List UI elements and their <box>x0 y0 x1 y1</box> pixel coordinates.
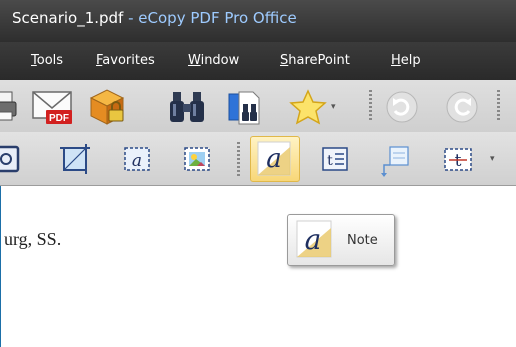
text-field-icon: t <box>322 147 348 171</box>
typewriter-icon: t <box>444 148 472 171</box>
favorites-button[interactable] <box>288 86 328 128</box>
binoculars-find-icon <box>170 92 204 122</box>
redo-icon <box>446 91 478 123</box>
typewriter-button[interactable]: t <box>440 142 476 176</box>
document-area[interactable] <box>0 186 516 347</box>
find-in-document-button[interactable] <box>225 86 269 128</box>
typewriter-dropdown-icon[interactable]: ▾ <box>490 154 495 164</box>
callout-button[interactable] <box>378 142 412 180</box>
toolbar-grip-right[interactable] <box>497 90 500 122</box>
main-toolbar: PDF ▾ <box>0 80 516 133</box>
image-icon <box>184 147 210 171</box>
note-tooltip: a Note <box>287 214 395 266</box>
print-button[interactable] <box>0 88 22 124</box>
star-favorite-icon <box>289 89 327 125</box>
toolbar-grip[interactable] <box>369 90 372 122</box>
menu-bar: Tools Favorites Window SharePoint Help <box>0 42 516 80</box>
tooltip-note-glyph: a <box>305 223 322 256</box>
email-pdf-button[interactable]: PDF <box>30 86 76 128</box>
title-bar: Scenario_1.pdf - eCopy PDF Pro Office <box>0 0 516 42</box>
tooltip-note-icon: a <box>296 220 332 258</box>
title-app-name: eCopy PDF Pro Office <box>138 9 297 27</box>
callout-icon <box>381 146 409 177</box>
typewriter-glyph: t <box>455 151 462 171</box>
document-text: urg, SS. <box>4 229 62 249</box>
text-field-glyph: t <box>327 153 333 169</box>
find-in-document-icon <box>228 91 260 125</box>
crop-button[interactable] <box>58 142 92 176</box>
pdf-badge-label: PDF <box>49 113 69 124</box>
menu-favorites[interactable]: Favorites <box>96 53 155 68</box>
document-left-border <box>0 186 1 347</box>
note-icon: a <box>257 141 291 176</box>
text-box-glyph: a <box>132 151 142 171</box>
annotation-toolbar-grip[interactable] <box>237 142 240 176</box>
menu-tools[interactable]: Tools <box>31 53 63 68</box>
redo-button[interactable] <box>443 88 481 126</box>
secure-package-icon <box>89 89 125 125</box>
text-box-button[interactable]: a <box>120 142 154 176</box>
secure-package-button[interactable] <box>85 86 129 128</box>
menu-help[interactable]: Help <box>391 53 421 68</box>
undo-button[interactable] <box>383 88 421 126</box>
rotate-page-button[interactable] <box>0 144 22 174</box>
window-title: Scenario_1.pdf - eCopy PDF Pro Office <box>12 9 297 27</box>
note-glyph: a <box>266 144 282 174</box>
image-button[interactable] <box>180 142 214 176</box>
title-file-name: Scenario_1.pdf <box>12 9 124 27</box>
tooltip-label: Note <box>347 233 378 248</box>
find-button[interactable] <box>165 86 211 128</box>
note-button[interactable]: a <box>250 136 300 182</box>
favorites-dropdown-icon[interactable]: ▾ <box>331 102 336 112</box>
title-separator: - <box>123 9 139 27</box>
undo-icon <box>386 91 418 123</box>
menu-sharepoint[interactable]: SharePoint <box>280 53 350 68</box>
menu-window[interactable]: Window <box>188 53 239 68</box>
annotation-toolbar: a a t t ▾ <box>0 132 516 186</box>
text-field-button[interactable]: t <box>318 142 352 176</box>
crop-icon <box>60 144 90 174</box>
email-pdf-icon: PDF <box>32 91 72 124</box>
print-icon <box>0 91 17 121</box>
text-box-icon: a <box>124 147 150 171</box>
rotate-page-icon <box>0 145 20 173</box>
